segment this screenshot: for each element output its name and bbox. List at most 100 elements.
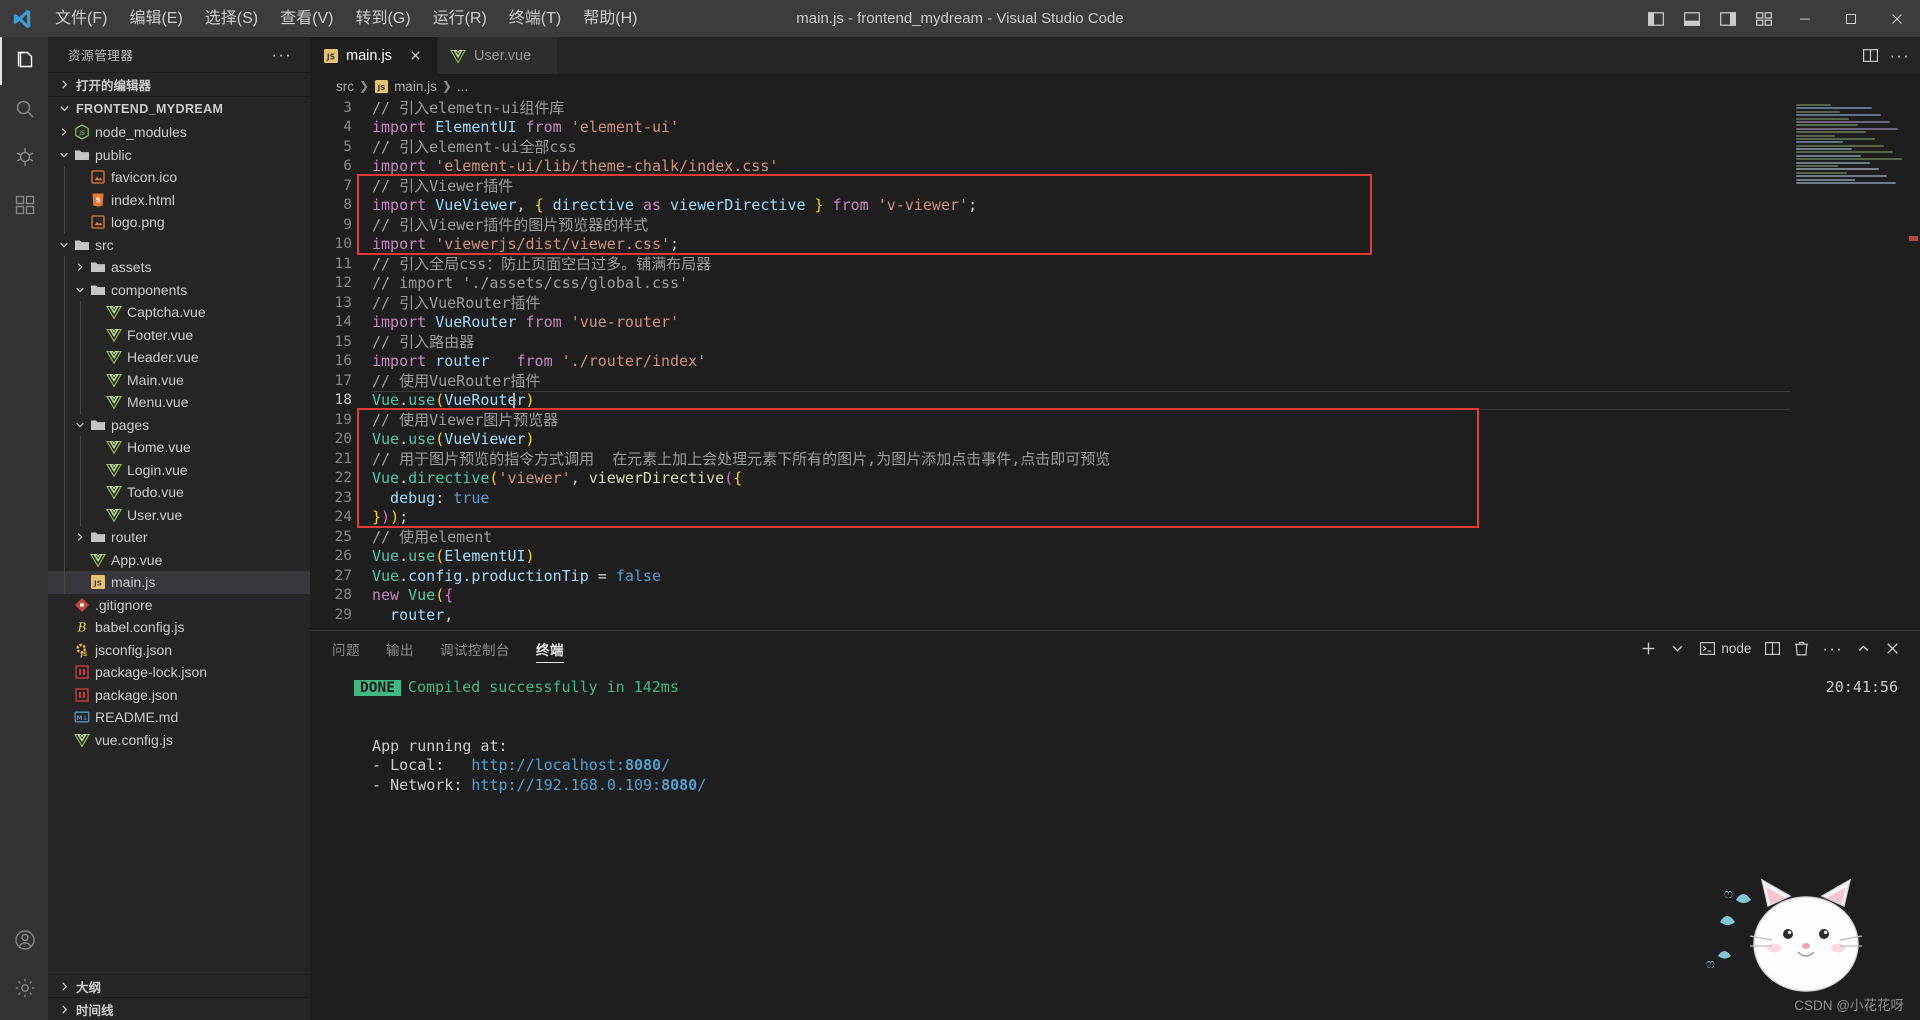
- chevron-down-icon[interactable]: [72, 417, 88, 433]
- tree-file-favicon-ico[interactable]: favicon.ico: [48, 166, 310, 189]
- panel-more-actions-button[interactable]: ···: [1817, 635, 1848, 663]
- code-line: 4 import ElementUI from 'element-ui': [310, 118, 1920, 138]
- menu-run[interactable]: 运行(R): [422, 0, 498, 37]
- panel-tab-output[interactable]: 输出: [386, 631, 414, 666]
- tree-folder-src[interactable]: src: [48, 234, 310, 257]
- customize-layout-icon[interactable]: [1746, 0, 1782, 37]
- code-token: {: [733, 469, 743, 488]
- tree-file-menu-vue[interactable]: Menu.vue: [48, 391, 310, 414]
- tree-file-jsconfig-json[interactable]: JS jsconfig.json: [48, 639, 310, 662]
- minimap[interactable]: [1796, 104, 1906, 184]
- chevron-down-icon[interactable]: [72, 282, 88, 298]
- tree-file-main-js[interactable]: JS main.js: [48, 571, 310, 594]
- breadcrumb-item-file[interactable]: JS main.js: [374, 79, 437, 94]
- tree-file-user-vue[interactable]: User.vue: [48, 503, 310, 526]
- window-minimize-button[interactable]: [1782, 0, 1828, 37]
- split-editor-icon[interactable]: [1857, 41, 1883, 71]
- tab-user-vue[interactable]: User.vue: [437, 37, 558, 74]
- breadcrumb-item-symbols[interactable]: ...: [457, 79, 468, 94]
- tree-file-index-html[interactable]: 5 index.html: [48, 188, 310, 211]
- terminal-link-port[interactable]: 8080: [625, 756, 661, 774]
- terminal-kind-selector[interactable]: node: [1693, 635, 1757, 663]
- close-icon[interactable]: [407, 47, 425, 65]
- section-project-root[interactable]: FRONTEND_MYDREAM: [48, 96, 310, 120]
- indent-guide: [64, 346, 65, 369]
- tree-folder-node-modules[interactable]: JS node_modules: [48, 121, 310, 144]
- window-close-button[interactable]: [1874, 0, 1920, 37]
- breadcrumb-item-src[interactable]: src: [336, 79, 354, 94]
- chevron-right-icon[interactable]: [56, 124, 72, 140]
- tree-file-package-lock-json[interactable]: package-lock.json: [48, 661, 310, 684]
- editor-more-actions-icon[interactable]: ···: [1889, 46, 1910, 66]
- activity-item-extensions[interactable]: [0, 181, 48, 229]
- line-number: 29: [334, 606, 352, 623]
- terminal-link[interactable]: http://localhost:: [471, 756, 625, 774]
- activity-item-search[interactable]: [0, 85, 48, 133]
- menu-selection[interactable]: 选择(S): [194, 0, 269, 37]
- tree-folder-pages[interactable]: pages: [48, 413, 310, 436]
- tree-file-gitignore[interactable]: .gitignore: [48, 594, 310, 617]
- code-token: .: [399, 566, 409, 585]
- tree-folder-router[interactable]: router: [48, 526, 310, 549]
- line-number: 24: [334, 509, 352, 526]
- terminal-link-port[interactable]: 8080: [661, 776, 697, 794]
- chevron-down-icon[interactable]: [56, 147, 72, 163]
- code-line: 15 // 引入路由器: [310, 332, 1920, 352]
- toggle-primary-sidebar-icon[interactable]: [1638, 0, 1674, 37]
- code-token: (: [724, 469, 734, 488]
- tree-file-todo-vue[interactable]: Todo.vue: [48, 481, 310, 504]
- menu-go[interactable]: 转到(G): [344, 0, 421, 37]
- tree-file-logo-png[interactable]: logo.png: [48, 211, 310, 234]
- tree-file-babel-config-js[interactable]: Bbabel.config.js: [48, 616, 310, 639]
- tree-file-readme-md[interactable]: M↓ README.md: [48, 706, 310, 729]
- chevron-right-icon[interactable]: [72, 529, 88, 545]
- kill-terminal-button[interactable]: [1788, 635, 1815, 663]
- split-terminal-button[interactable]: [1759, 635, 1786, 663]
- panel-tab-terminal[interactable]: 终端: [536, 631, 564, 666]
- sidebar-more-actions-icon[interactable]: ···: [271, 45, 302, 65]
- tree-file-app-vue[interactable]: App.vue: [48, 548, 310, 571]
- image-icon: [91, 215, 105, 229]
- terminal-output[interactable]: 20:41:56 DONE Compiled successfully in 14…: [310, 666, 1920, 1020]
- toggle-secondary-sidebar-icon[interactable]: [1710, 0, 1746, 37]
- terminal-link-suffix[interactable]: /: [661, 756, 670, 774]
- window-maximize-button[interactable]: [1828, 0, 1874, 37]
- panel-tab-problems[interactable]: 问题: [332, 631, 360, 666]
- section-timeline[interactable]: 时间线: [48, 997, 310, 1020]
- menu-view[interactable]: 查看(V): [269, 0, 344, 37]
- tree-file-vue-config-js[interactable]: vue.config.js: [48, 729, 310, 752]
- section-open-editors[interactable]: 打开的编辑器: [48, 72, 310, 96]
- maximize-panel-button[interactable]: [1850, 635, 1877, 663]
- tab-main-js[interactable]: JS main.js: [310, 37, 438, 74]
- menu-help[interactable]: 帮助(H): [572, 0, 648, 37]
- editor-scrollbar[interactable]: [1906, 98, 1920, 630]
- activity-item-explorer[interactable]: [0, 37, 48, 85]
- menu-terminal[interactable]: 终端(T): [498, 0, 572, 37]
- tree-file-captcha-vue[interactable]: Captcha.vue: [48, 301, 310, 324]
- section-outline[interactable]: 大纲: [48, 974, 310, 997]
- activity-item-run-and-debug[interactable]: [0, 133, 48, 181]
- new-terminal-dropdown-button[interactable]: [1664, 635, 1691, 663]
- tree-file-footer-vue[interactable]: Footer.vue: [48, 323, 310, 346]
- tree-folder-assets[interactable]: assets: [48, 256, 310, 279]
- tree-file-main-vue[interactable]: Main.vue: [48, 368, 310, 391]
- tree-folder-public[interactable]: public: [48, 144, 310, 167]
- chevron-down-icon[interactable]: [56, 237, 72, 253]
- activity-item-accounts[interactable]: [0, 916, 48, 964]
- chevron-right-icon[interactable]: [72, 259, 88, 275]
- menu-edit[interactable]: 编辑(E): [118, 0, 193, 37]
- activity-item-manage[interactable]: [0, 964, 48, 1012]
- new-terminal-button[interactable]: [1635, 635, 1662, 663]
- tree-file-header-vue[interactable]: Header.vue: [48, 346, 310, 369]
- tree-folder-components[interactable]: components: [48, 278, 310, 301]
- tree-file-home-vue[interactable]: Home.vue: [48, 436, 310, 459]
- toggle-panel-icon[interactable]: [1674, 0, 1710, 37]
- tree-file-package-json[interactable]: package.json: [48, 684, 310, 707]
- panel-tab-debug-console[interactable]: 调试控制台: [440, 631, 510, 666]
- tree-file-login-vue[interactable]: Login.vue: [48, 458, 310, 481]
- terminal-link[interactable]: http://192.168.0.109:: [471, 776, 661, 794]
- code-editor[interactable]: 3 // 引入elemetn-ui组件库 4 import ElementUI fro…: [310, 98, 1920, 630]
- terminal-link-suffix[interactable]: /: [697, 776, 706, 794]
- menu-file[interactable]: 文件(F): [44, 0, 118, 37]
- close-panel-button[interactable]: [1879, 635, 1906, 663]
